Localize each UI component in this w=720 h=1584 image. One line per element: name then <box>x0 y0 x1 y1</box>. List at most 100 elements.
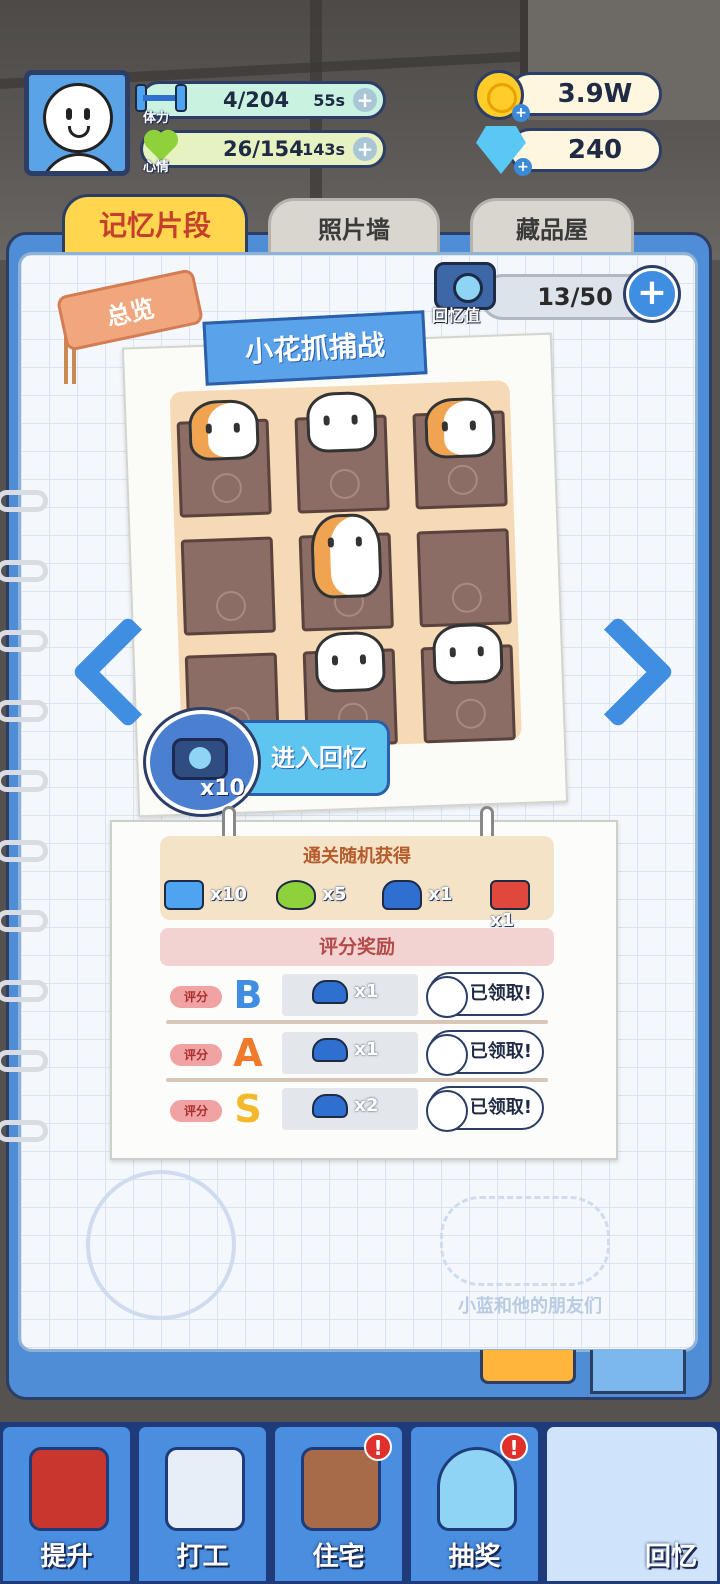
spiral-ring <box>0 630 48 652</box>
nav-memory[interactable]: 回忆 <box>544 1424 720 1584</box>
reward-item: x1 <box>382 880 452 916</box>
mood-icon: 心情 <box>135 127 191 175</box>
bookmark-blue <box>590 1350 686 1394</box>
badge-icon <box>165 1447 245 1531</box>
spiral-ring <box>0 980 48 1002</box>
cardboard-box <box>180 536 276 636</box>
smiley-doodle-icon <box>86 1170 236 1320</box>
prev-episode-button[interactable] <box>66 618 136 728</box>
nav-lottery[interactable]: ! 抽奖 <box>408 1424 541 1584</box>
score-row-s: 评分 S x2 已领取! <box>170 1086 550 1132</box>
nav-label: 回忆 <box>644 1542 697 1572</box>
tab-collection-room[interactable]: 藏品屋 <box>470 198 634 256</box>
claimed-badge: 已领取! <box>426 972 544 1018</box>
claimed-badge: 已领取! <box>426 1030 544 1076</box>
score-reward-item: x2 <box>282 1088 418 1130</box>
car-icon <box>382 880 422 910</box>
enter-cost-badge[interactable]: x10 <box>146 710 258 814</box>
player-avatar[interactable] <box>24 70 130 176</box>
score-tag: 评分 <box>170 986 222 1008</box>
friends-doodle-icon <box>440 1196 610 1286</box>
avatar-body <box>39 153 119 171</box>
gacha-icon <box>437 1447 517 1531</box>
house-icon <box>301 1447 381 1531</box>
grade-label: S <box>234 1087 262 1131</box>
cat-icon <box>431 622 504 685</box>
alert-icon: ! <box>364 1433 392 1461</box>
mood-timer: 143s <box>302 139 345 159</box>
spiral-ring <box>0 560 48 582</box>
next-episode-button[interactable] <box>588 618 658 728</box>
score-tag: 评分 <box>170 1100 222 1122</box>
cat-icon <box>309 512 383 600</box>
random-reward-title: 通关随机获得 <box>303 846 411 867</box>
row-divider <box>166 1078 548 1082</box>
avatar-face <box>43 83 113 153</box>
cat-icon <box>314 630 387 694</box>
cat-icon <box>305 390 378 454</box>
spiral-ring <box>0 840 48 862</box>
gem-add-icon[interactable]: + <box>514 158 532 176</box>
heart-icon <box>276 880 316 910</box>
score-tag: 评分 <box>170 1044 222 1066</box>
score-reward-title: 评分奖励 <box>160 928 554 966</box>
nav-label: 打工 <box>176 1542 229 1572</box>
mood-bar: 心情 26/154 143s + <box>140 130 386 175</box>
reward-item: x5 <box>276 880 346 916</box>
bookmark-yellow <box>480 1350 576 1384</box>
car-icon <box>312 1038 348 1062</box>
nav-house[interactable]: ! 住宅 <box>272 1424 405 1584</box>
spiral-ring <box>0 770 48 792</box>
episode-illustration <box>169 380 522 752</box>
stamina-add-button[interactable]: + <box>353 88 377 112</box>
stamina-value: 4/204 <box>223 88 290 112</box>
coin-add-icon[interactable]: + <box>512 104 530 122</box>
score-row-a: 评分 A x1 已领取! <box>170 1030 550 1076</box>
tab-memory-fragments[interactable]: 记忆片段 <box>62 194 248 252</box>
claimed-badge: 已领取! <box>426 1086 544 1132</box>
score-reward-qty: x1 <box>354 981 379 1002</box>
score-reward-qty: x1 <box>354 1039 379 1060</box>
reward-item: x1 <box>490 880 554 931</box>
doodle-caption: 小蓝和他的朋友们 <box>458 1296 602 1317</box>
spiral-ring <box>0 910 48 932</box>
tab-photo-wall[interactable]: 照片墙 <box>268 198 440 256</box>
book-icon <box>29 1447 109 1531</box>
stamina-label: 体力 <box>143 111 170 126</box>
nav-label: 提升 <box>40 1542 93 1572</box>
camera-icon <box>172 738 228 780</box>
car-icon <box>312 1094 348 1118</box>
reward-qty: x10 <box>210 884 247 905</box>
grade-label: B <box>233 973 263 1017</box>
spiral-ring <box>0 1120 48 1142</box>
nav-work[interactable]: 打工 <box>136 1424 269 1584</box>
stamina-bar: 体力 4/204 55s + <box>135 81 386 126</box>
mood-add-button[interactable]: + <box>353 137 377 161</box>
stamina-icon: 体力 <box>135 78 191 126</box>
row-divider <box>166 1020 548 1024</box>
grade-label: A <box>233 1031 263 1075</box>
mood-label: 心情 <box>143 160 170 175</box>
nav-label: 抽奖 <box>448 1542 501 1572</box>
random-reward-panel: 通关随机获得 x10 x5 x1 x1 <box>160 836 554 931</box>
score-reward-item: x1 <box>282 974 418 1016</box>
cat-icon <box>187 398 260 462</box>
enter-cost: x10 <box>200 776 245 801</box>
reward-item: x10 <box>164 880 247 916</box>
memory-add-button[interactable]: + <box>626 268 678 320</box>
coin-balance: 3.9W <box>508 72 662 116</box>
brick-icon <box>490 880 530 910</box>
stamina-timer: 55s <box>313 90 345 110</box>
nav-label: 住宅 <box>312 1542 365 1572</box>
dumbbell-icon <box>164 880 204 910</box>
score-reward-item: x1 <box>282 1032 418 1074</box>
alert-icon: ! <box>500 1433 528 1461</box>
spiral-ring <box>0 700 48 722</box>
memory-label: 回忆值 <box>432 306 481 325</box>
score-row-b: 评分 B x1 已领取! <box>170 972 550 1018</box>
nav-upgrade[interactable]: 提升 <box>0 1424 133 1584</box>
spiral-ring <box>0 1050 48 1072</box>
cat-icon <box>423 396 496 460</box>
car-icon <box>312 980 348 1004</box>
reward-qty: x1 <box>428 884 453 905</box>
